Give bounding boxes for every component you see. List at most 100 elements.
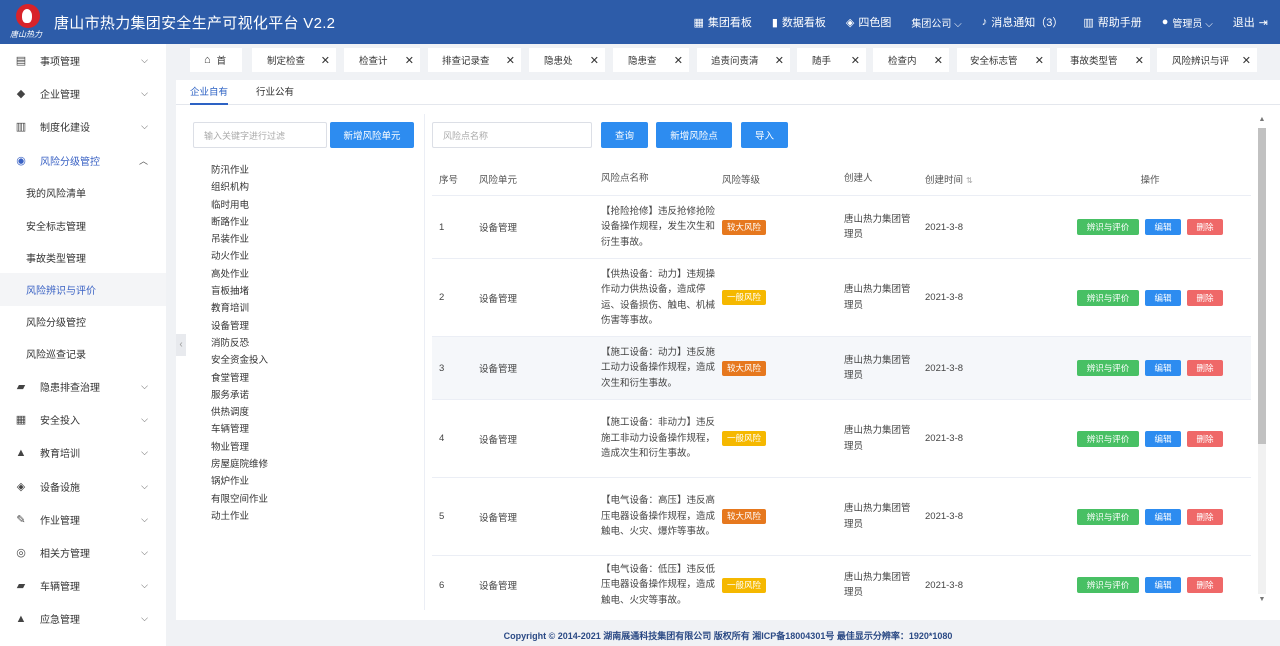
identify-evaluate-button[interactable]: 辨识与评价 [1077, 289, 1139, 306]
edit-button[interactable]: 编辑 [1145, 219, 1181, 235]
sidebar-item-training[interactable]: ▲ 教育培训 ⌵ [0, 436, 166, 469]
sidebar-item-enterprise[interactable]: ◆ 企业管理 ⌵ [0, 77, 166, 110]
tree-item[interactable]: 房屋庭院维修 [211, 456, 411, 473]
sidebar-item-emergency[interactable]: ▲ 应急管理 ⌵ [0, 602, 166, 635]
collapse-handle[interactable]: ‹ [176, 334, 186, 356]
tab-check[interactable]: 检查计 ✕ [344, 48, 420, 72]
close-icon[interactable]: ✕ [851, 54, 860, 67]
add-risk-point-button[interactable]: 新增风险点 [656, 122, 732, 148]
nav-help-manual[interactable]: ▥ 帮助手册 [1083, 14, 1141, 30]
sidebar-subitem-safety-signs[interactable]: 安全标志管理 [0, 209, 166, 241]
nav-data-board[interactable]: ▮ 数据看板 [772, 14, 826, 30]
sidebar-subitem-my-risk-list[interactable]: 我的风险清单 [0, 177, 166, 209]
identify-evaluate-button[interactable]: 辨识与评价 [1077, 360, 1139, 376]
tab-enterprise-own[interactable]: 企业自有 [190, 80, 229, 105]
tree-item[interactable]: 临时用电 [211, 197, 411, 214]
sidebar-item-operations[interactable]: ✎ 作业管理 ⌵ [0, 503, 166, 536]
nav-four-color-map[interactable]: ◈ 四色图 [846, 14, 891, 30]
tree-item[interactable]: 组织机构 [211, 179, 411, 196]
tree-item[interactable]: 锅炉作业 [211, 473, 411, 490]
tab-risk-identification[interactable]: 风险辨识与评 ✕ [1157, 48, 1257, 72]
tree-item[interactable]: 断路作业 [211, 214, 411, 231]
close-icon[interactable]: ✕ [590, 54, 599, 67]
import-button[interactable]: 导入 [741, 122, 788, 148]
column-header-sortable[interactable]: 创建时间 ⇅ [918, 172, 1049, 186]
edit-button[interactable]: 编辑 [1145, 430, 1181, 447]
close-icon[interactable]: ✕ [934, 54, 943, 67]
sidebar-subitem-risk-grading[interactable]: 风险分级管控 [0, 306, 166, 338]
sidebar-item-vehicles[interactable]: ▰ 车辆管理 ⌵ [0, 569, 166, 602]
tab-casual[interactable]: 随手 ✕ [797, 48, 866, 72]
tab-check-content[interactable]: 检查内 ✕ [873, 48, 949, 72]
tree-item[interactable]: 消防反恐 [211, 335, 411, 352]
sidebar-item-related-parties[interactable]: ◎ 相关方管理 ⌵ [0, 536, 166, 569]
edit-button[interactable]: 编辑 [1145, 289, 1181, 306]
scroll-up-icon[interactable]: ▲ [1258, 116, 1266, 123]
tab-safety-signs[interactable]: 安全标志管 ✕ [957, 48, 1050, 72]
tab-inspection-plan[interactable]: 制定检查 ✕ [252, 48, 336, 72]
tree-item[interactable]: 动火作业 [211, 248, 411, 265]
company-selector[interactable]: 集团公司 ⌵ [911, 15, 961, 30]
close-icon[interactable]: ✕ [405, 54, 414, 67]
risk-point-search-input[interactable]: 风险点名称 [432, 122, 592, 148]
identify-evaluate-button[interactable]: 辨识与评价 [1077, 430, 1139, 447]
scroll-down-icon[interactable]: ▼ [1258, 596, 1266, 603]
sidebar-item-institution[interactable]: ▥ 制度化建设 ⌵ [0, 110, 166, 143]
delete-button[interactable]: 删除 [1187, 508, 1223, 525]
sidebar-item-matters[interactable]: ▤ 事项管理 ⌵ [0, 44, 166, 77]
table-scrollbar[interactable]: ▲ ▼ [1256, 116, 1268, 608]
identify-evaluate-button[interactable]: 辨识与评价 [1077, 508, 1139, 525]
tree-item[interactable]: 供热调度 [211, 404, 411, 421]
close-icon[interactable]: ✕ [321, 54, 330, 67]
sort-icon[interactable]: ⇅ [966, 176, 973, 185]
tree-item[interactable]: 吊装作业 [211, 231, 411, 248]
tab-accountability[interactable]: 追责问责清 ✕ [697, 48, 790, 72]
identify-evaluate-button[interactable]: 辨识与评价 [1077, 577, 1139, 593]
delete-button[interactable]: 删除 [1187, 430, 1223, 447]
tab-check-records[interactable]: 排查记录查 ✕ [428, 48, 521, 72]
close-icon[interactable]: ✕ [1242, 54, 1251, 67]
tab-home[interactable]: ⌂ 首 [190, 48, 242, 72]
logout-button[interactable]: 退出 ⇥ [1233, 14, 1268, 30]
tree-item[interactable]: 车辆管理 [211, 421, 411, 438]
delete-button[interactable]: 删除 [1187, 289, 1223, 306]
delete-button[interactable]: 删除 [1187, 360, 1223, 376]
unit-filter-input[interactable]: 输入关键字进行过滤 [193, 122, 327, 148]
tab-accident-types[interactable]: 事故类型管 ✕ [1057, 48, 1150, 72]
tree-item[interactable]: 物业管理 [211, 439, 411, 456]
edit-button[interactable]: 编辑 [1145, 508, 1181, 525]
edit-button[interactable]: 编辑 [1145, 360, 1181, 376]
tree-item[interactable]: 盲板抽堵 [211, 283, 411, 300]
tree-item[interactable]: 动土作业 [211, 508, 411, 525]
sidebar-subitem-accident-types[interactable]: 事故类型管理 [0, 241, 166, 273]
delete-button[interactable]: 删除 [1187, 219, 1223, 235]
query-button[interactable]: 查询 [601, 122, 648, 148]
tab-industry-public[interactable]: 行业公有 [256, 80, 294, 105]
tree-item[interactable]: 食堂管理 [211, 370, 411, 387]
close-icon[interactable]: ✕ [775, 54, 784, 67]
sidebar-item-hazard[interactable]: ▰ 隐患排查治理 ⌵ [0, 370, 166, 403]
tree-item[interactable]: 教育培训 [211, 300, 411, 317]
user-menu[interactable]: ● 管理员 ⌵ [1162, 15, 1213, 30]
close-icon[interactable]: ✕ [1135, 54, 1144, 67]
close-icon[interactable]: ✕ [674, 54, 683, 67]
close-icon[interactable]: ✕ [1035, 54, 1044, 67]
sidebar-subitem-risk-patrol[interactable]: 风险巡查记录 [0, 338, 166, 370]
sidebar-item-risk-control[interactable]: ◉ 风险分级管控 ︿ [0, 144, 166, 177]
identify-evaluate-button[interactable]: 辨识与评价 [1077, 219, 1139, 235]
scroll-thumb[interactable] [1258, 128, 1266, 444]
close-icon[interactable]: ✕ [506, 54, 515, 67]
tree-item[interactable]: 有限空间作业 [211, 491, 411, 508]
sidebar-item-equipment[interactable]: ◈ 设备设施 ⌵ [0, 469, 166, 502]
tree-item[interactable]: 服务承诺 [211, 387, 411, 404]
sidebar-item-safety-investment[interactable]: ▦ 安全投入 ⌵ [0, 403, 166, 436]
tree-item[interactable]: 设备管理 [211, 318, 411, 335]
nav-notifications[interactable]: ♪ 消息通知（3） [982, 14, 1064, 30]
add-risk-unit-button[interactable]: 新增风险单元 [330, 122, 414, 148]
tab-hazard-query[interactable]: 隐患查 ✕ [613, 48, 689, 72]
tree-item[interactable]: 防汛作业 [211, 162, 411, 179]
company-logo[interactable]: 唐山热力 [8, 2, 48, 42]
tree-item[interactable]: 高处作业 [211, 266, 411, 283]
nav-group-board[interactable]: ▦ 集团看板 [693, 14, 751, 30]
tab-hazard-handle[interactable]: 隐患处 ✕ [529, 48, 605, 72]
